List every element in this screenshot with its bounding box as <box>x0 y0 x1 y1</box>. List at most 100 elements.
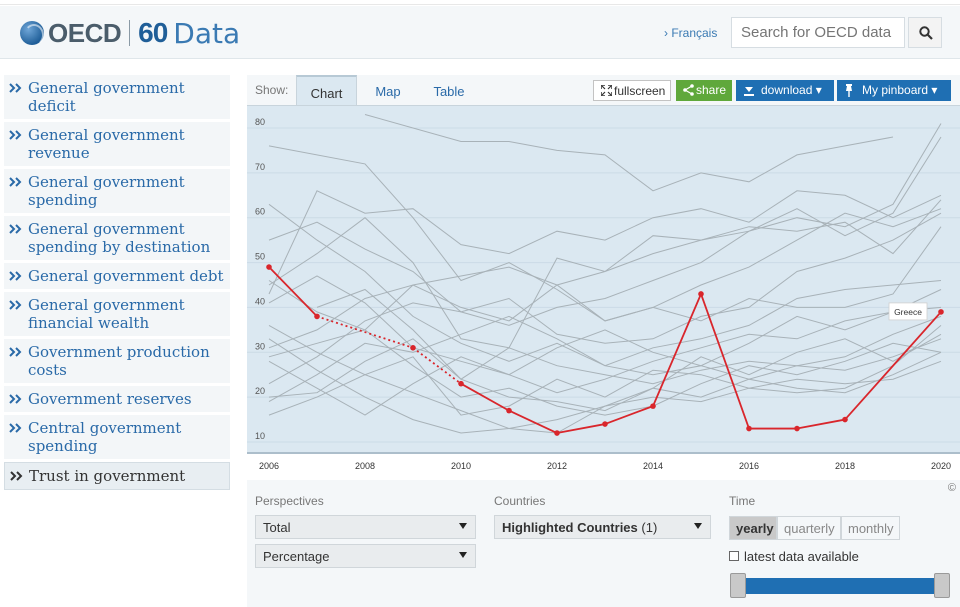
language-link[interactable]: › Français <box>664 26 717 40</box>
pin-icon <box>846 84 852 97</box>
greece-data-point <box>938 309 944 315</box>
double-chevron-icon <box>9 130 22 140</box>
double-chevron-icon <box>9 224 22 234</box>
greece-series-segment <box>604 405 654 425</box>
sidebar-item-label: Trust in government <box>29 467 186 485</box>
background-series-line <box>268 123 942 349</box>
chart-area: 10 20 30 40 50 60 70 80 2006 2008 2010 2012 2014 2016… <box>247 105 960 475</box>
perspective-value-2: Percentage <box>263 549 330 564</box>
countries-heading: Countries <box>494 494 546 508</box>
search-icon <box>919 26 933 40</box>
sidebar-item-label: General government spending by destinati… <box>28 220 211 256</box>
perspective-value-1: Total <box>263 520 291 535</box>
expand-icon <box>601 85 612 96</box>
fullscreen-button[interactable]: fullscreen <box>593 80 671 101</box>
x-tick-label: 2014 <box>643 461 663 471</box>
tab-chart[interactable]: Chart <box>296 75 357 105</box>
series-label-greece: Greece <box>894 307 922 317</box>
sidebar-item-label: Government reserves <box>28 390 192 408</box>
x-tick-label: 2016 <box>739 461 759 471</box>
perspective-select-2[interactable]: Percentage <box>255 544 476 568</box>
greece-data-point <box>746 425 752 432</box>
greece-series-segment <box>796 418 846 430</box>
latest-data-checkbox[interactable] <box>729 551 739 561</box>
sidebar-item-label: General government deficit <box>28 79 185 115</box>
search-input[interactable] <box>731 17 905 48</box>
download-icon <box>744 87 754 96</box>
background-series-line <box>268 338 942 434</box>
y-tick-label: 60 <box>255 207 265 217</box>
double-chevron-icon <box>9 300 22 310</box>
anniversary-mark: 60 <box>138 17 168 48</box>
background-series-line <box>268 190 942 295</box>
tab-map[interactable]: Map <box>359 75 417 105</box>
perspective-select-1[interactable]: Total <box>255 515 476 539</box>
show-label: Show: <box>255 83 289 97</box>
time-quarterly[interactable]: quarterly <box>777 516 841 540</box>
x-tick-label: 2010 <box>451 461 471 471</box>
perspectives-heading: Perspectives <box>255 494 324 508</box>
chart-controls: © Perspectives Total Percentage Countrie… <box>247 480 960 607</box>
greece-series-segment <box>268 266 318 318</box>
logo-separator <box>129 20 131 46</box>
chart-panel: Show: Chart Map Table fullscreen share d… <box>247 75 960 607</box>
y-tick-label: 80 <box>255 117 265 127</box>
fullscreen-label: fullscreen <box>614 84 666 98</box>
x-tick-label: 2008 <box>355 461 375 471</box>
slider-start-handle[interactable] <box>730 573 746 598</box>
greece-data-point <box>314 313 320 320</box>
line-chart[interactable]: 10 20 30 40 50 60 70 80 2006 2008 2010 2012 2014 2016… <box>247 106 960 475</box>
sidebar-item[interactable]: General government deficit <box>4 75 230 122</box>
sidebar-item[interactable]: General government debt <box>4 263 230 292</box>
sidebar-item[interactable]: General government financial wealth <box>4 292 230 339</box>
greece-data-point <box>410 345 416 351</box>
share-button[interactable]: share <box>676 80 732 101</box>
oecd-logo[interactable]: OECD 60 Data <box>20 17 240 50</box>
sidebar-item[interactable]: General government spending <box>4 169 230 216</box>
time-monthly[interactable]: monthly <box>841 516 900 540</box>
download-button[interactable]: download ▾ <box>736 80 834 101</box>
greece-data-point <box>554 430 560 436</box>
sidebar-item-label: General government revenue <box>28 126 185 162</box>
slider-end-handle[interactable] <box>934 573 950 598</box>
countries-select[interactable]: Highlighted Countries (1) <box>494 515 711 539</box>
brand-name: OECD <box>48 17 122 48</box>
sidebar-item[interactable]: General government spending by destinati… <box>4 216 230 263</box>
sidebar-item[interactable]: Government production costs <box>4 339 230 386</box>
time-range-slider[interactable] <box>737 578 950 594</box>
time-heading: Time <box>729 494 756 508</box>
view-toolbar: Show: Chart Map Table fullscreen share d… <box>247 75 960 105</box>
x-tick-label: 2006 <box>259 461 279 471</box>
sidebar-item[interactable]: Government reserves <box>4 386 230 415</box>
greece-data-point <box>698 291 704 297</box>
double-chevron-icon <box>9 271 22 281</box>
y-tick-label: 70 <box>255 162 265 172</box>
time-yearly[interactable]: yearly <box>729 516 777 540</box>
sidebar-item[interactable]: Trust in government <box>4 462 230 490</box>
copyright-mark: © <box>947 482 956 494</box>
share-label: share <box>696 83 727 97</box>
greece-data-point <box>794 425 800 432</box>
double-chevron-icon <box>10 471 23 481</box>
double-chevron-icon <box>9 177 22 187</box>
double-chevron-icon <box>9 423 22 433</box>
sidebar-item[interactable]: General government revenue <box>4 122 230 169</box>
sidebar-item[interactable]: Central government spending <box>4 415 230 462</box>
chevron-down-icon <box>459 523 467 529</box>
tab-table[interactable]: Table <box>419 75 479 105</box>
globe-icon <box>20 21 44 46</box>
sidebar-item-label: General government spending <box>28 173 185 209</box>
background-series-line <box>364 114 894 192</box>
background-series-line <box>268 203 942 380</box>
pinboard-label: My pinboard ▾ <box>862 83 938 97</box>
greece-data-point <box>266 264 272 270</box>
pinboard-button[interactable]: My pinboard ▾ <box>837 80 951 101</box>
double-chevron-icon <box>9 347 22 357</box>
indicator-sidebar: General government deficit General govern… <box>4 75 230 490</box>
site-header: OECD 60 Data › Français <box>0 6 960 59</box>
countries-count: (1) <box>641 520 658 535</box>
background-series-line <box>268 280 942 416</box>
sidebar-item-label: Government production costs <box>28 343 210 379</box>
search-button[interactable] <box>908 17 942 48</box>
sidebar-item-label: Central government spending <box>28 419 182 455</box>
